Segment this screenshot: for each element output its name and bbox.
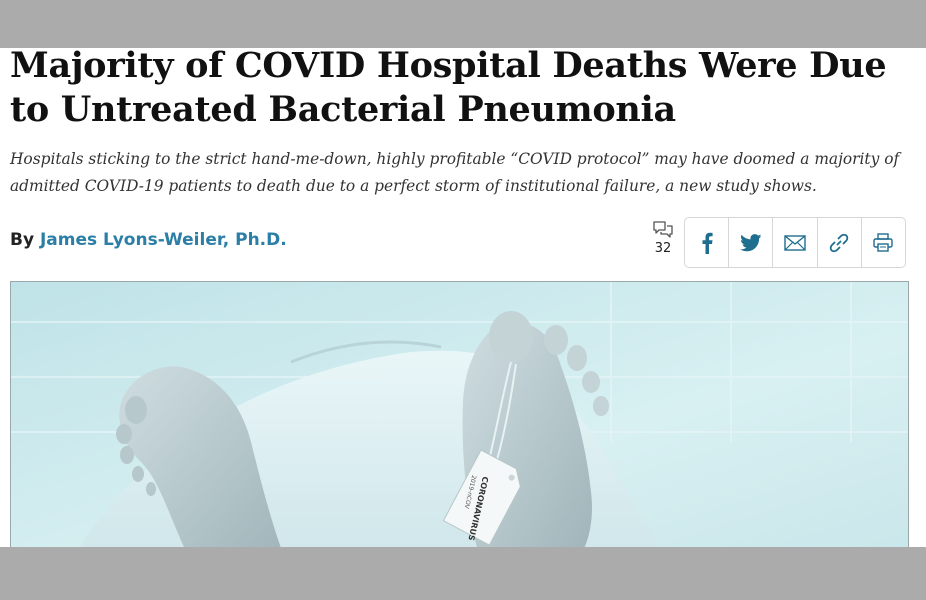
top-letterbox: [0, 0, 926, 48]
comment-count: 32: [654, 241, 672, 256]
print-icon: [873, 233, 894, 252]
link-icon: [829, 233, 849, 252]
comments-button[interactable]: 32: [648, 220, 678, 256]
article-title: Majority of COVID Hospital Deaths Were D…: [10, 48, 887, 130]
hero-image: CORONAVIRUS 2019-nCOV: [10, 281, 909, 547]
author-link[interactable]: James Lyons-Weiler, Ph.D.: [40, 230, 287, 250]
print-button[interactable]: [862, 218, 905, 267]
facebook-icon: [702, 232, 713, 254]
twitter-icon: [739, 233, 762, 251]
share-facebook-button[interactable]: [685, 218, 730, 267]
share-toolbar: [684, 217, 906, 268]
bottom-letterbox: [0, 547, 926, 600]
morgue-feet-illustration: CORONAVIRUS 2019-nCOV: [11, 282, 908, 547]
share-email-button[interactable]: [773, 218, 818, 267]
byline-prefix: By: [10, 230, 35, 250]
copy-link-button[interactable]: [818, 218, 862, 267]
article-subtitle: Hospitals sticking to the strict hand-me…: [10, 150, 900, 195]
share-twitter-button[interactable]: [729, 218, 774, 267]
comments-icon: [653, 221, 673, 238]
article-page: Majority of COVID Hospital Deaths Were D…: [0, 48, 926, 547]
byline: By James Lyons-Weiler, Ph.D.: [10, 230, 287, 250]
email-icon: [784, 234, 806, 251]
